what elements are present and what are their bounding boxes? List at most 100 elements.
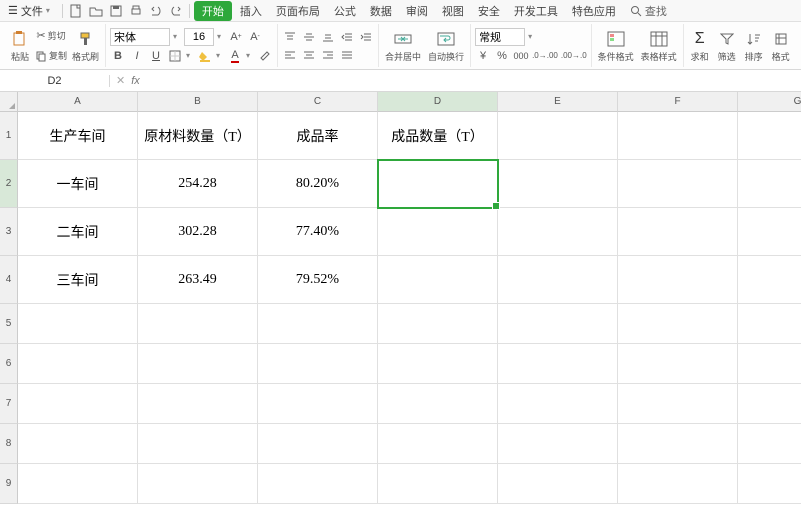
fill-color-button[interactable] [197, 48, 213, 64]
cell[interactable] [738, 344, 801, 384]
increase-decimal-button[interactable]: .0→.00 [532, 48, 558, 64]
tab-data[interactable]: 数据 [364, 1, 398, 21]
row-header[interactable]: 5 [0, 304, 18, 344]
align-left-button[interactable] [282, 47, 298, 63]
cell[interactable] [138, 304, 258, 344]
cell[interactable] [738, 384, 801, 424]
cell[interactable] [738, 208, 801, 256]
cell[interactable] [138, 344, 258, 384]
font-name-select[interactable] [110, 28, 170, 46]
cell[interactable]: 80.20% [258, 160, 378, 208]
cell[interactable] [378, 256, 498, 304]
file-menu[interactable]: ☰ 文件 ▾ [4, 3, 58, 19]
cell[interactable] [738, 256, 801, 304]
decrease-decimal-button[interactable]: .00→.0 [561, 48, 587, 64]
increase-indent-button[interactable] [358, 29, 374, 45]
underline-button[interactable]: U [148, 48, 164, 64]
cell[interactable] [738, 304, 801, 344]
cell[interactable] [498, 464, 618, 504]
align-center-button[interactable] [301, 47, 317, 63]
decrease-indent-button[interactable] [339, 29, 355, 45]
align-right-button[interactable] [320, 47, 336, 63]
redo-icon[interactable] [167, 2, 185, 20]
row-header[interactable]: 6 [0, 344, 18, 384]
cell[interactable] [258, 464, 378, 504]
cell[interactable]: 成品数量（T） [378, 112, 498, 160]
cell[interactable] [738, 112, 801, 160]
col-header[interactable]: C [258, 92, 378, 112]
search-button[interactable]: 查找 [630, 3, 667, 19]
cell[interactable]: 原材料数量（T） [138, 112, 258, 160]
align-middle-button[interactable] [301, 29, 317, 45]
cut-button[interactable]: ✂ 剪切 [35, 27, 67, 45]
cell[interactable] [378, 304, 498, 344]
tab-view[interactable]: 视图 [436, 1, 470, 21]
row-header[interactable]: 1 [0, 112, 18, 160]
chevron-down-icon[interactable]: ▾ [216, 51, 224, 60]
comma-button[interactable]: 000 [513, 48, 529, 64]
cell[interactable] [18, 344, 138, 384]
cell[interactable] [618, 304, 738, 344]
col-header[interactable]: B [138, 92, 258, 112]
row-header[interactable]: 7 [0, 384, 18, 424]
cell[interactable] [618, 208, 738, 256]
cell[interactable] [498, 160, 618, 208]
cell[interactable]: 一车间 [18, 160, 138, 208]
cell[interactable] [18, 304, 138, 344]
chevron-down-icon[interactable]: ▾ [186, 51, 194, 60]
cell[interactable] [138, 464, 258, 504]
tab-special[interactable]: 特色应用 [566, 1, 622, 21]
cell[interactable] [498, 208, 618, 256]
cell[interactable] [258, 304, 378, 344]
bold-button[interactable]: B [110, 48, 126, 64]
border-button[interactable] [167, 48, 183, 64]
col-header[interactable]: D [378, 92, 498, 112]
currency-button[interactable]: ¥ [475, 48, 491, 64]
sum-button[interactable]: Σ 求和 [688, 29, 712, 63]
justify-button[interactable] [339, 47, 355, 63]
cell[interactable]: 生产车间 [18, 112, 138, 160]
cell[interactable]: 三车间 [18, 256, 138, 304]
font-size-select[interactable] [184, 28, 214, 46]
undo-icon[interactable] [147, 2, 165, 20]
cell[interactable] [378, 424, 498, 464]
cell[interactable] [618, 384, 738, 424]
cell[interactable]: 成品率 [258, 112, 378, 160]
tab-page-layout[interactable]: 页面布局 [270, 1, 326, 21]
cell[interactable] [138, 424, 258, 464]
save-icon[interactable] [107, 2, 125, 20]
tab-dev-tools[interactable]: 开发工具 [508, 1, 564, 21]
chevron-down-icon[interactable]: ▾ [528, 32, 536, 41]
print-icon[interactable] [127, 2, 145, 20]
cell[interactable] [18, 424, 138, 464]
name-box[interactable]: D2 [0, 75, 110, 87]
tab-review[interactable]: 审阅 [400, 1, 434, 21]
cell[interactable]: 79.52% [258, 256, 378, 304]
fx-cancel-icon[interactable]: ✕ [116, 74, 125, 87]
italic-button[interactable]: I [129, 48, 145, 64]
cell[interactable] [618, 424, 738, 464]
col-header[interactable]: G [738, 92, 801, 112]
fx-icon[interactable]: fx [131, 75, 140, 87]
decrease-font-button[interactable]: A- [247, 29, 263, 45]
cell[interactable] [618, 344, 738, 384]
col-header[interactable]: E [498, 92, 618, 112]
select-all-corner[interactable] [0, 92, 18, 112]
cell[interactable] [498, 304, 618, 344]
cell[interactable] [258, 344, 378, 384]
cell[interactable]: 263.49 [138, 256, 258, 304]
cell[interactable] [738, 160, 801, 208]
table-style-button[interactable]: 表格样式 [639, 29, 679, 63]
col-header[interactable]: A [18, 92, 138, 112]
increase-font-button[interactable]: A+ [228, 29, 244, 45]
cell[interactable] [378, 344, 498, 384]
cell[interactable] [258, 424, 378, 464]
clear-format-button[interactable] [257, 48, 273, 64]
chevron-down-icon[interactable]: ▾ [246, 51, 254, 60]
tab-security[interactable]: 安全 [472, 1, 506, 21]
tab-start[interactable]: 开始 [194, 1, 232, 21]
cell[interactable] [738, 424, 801, 464]
cell[interactable] [378, 208, 498, 256]
cell[interactable] [378, 384, 498, 424]
cell[interactable] [378, 464, 498, 504]
